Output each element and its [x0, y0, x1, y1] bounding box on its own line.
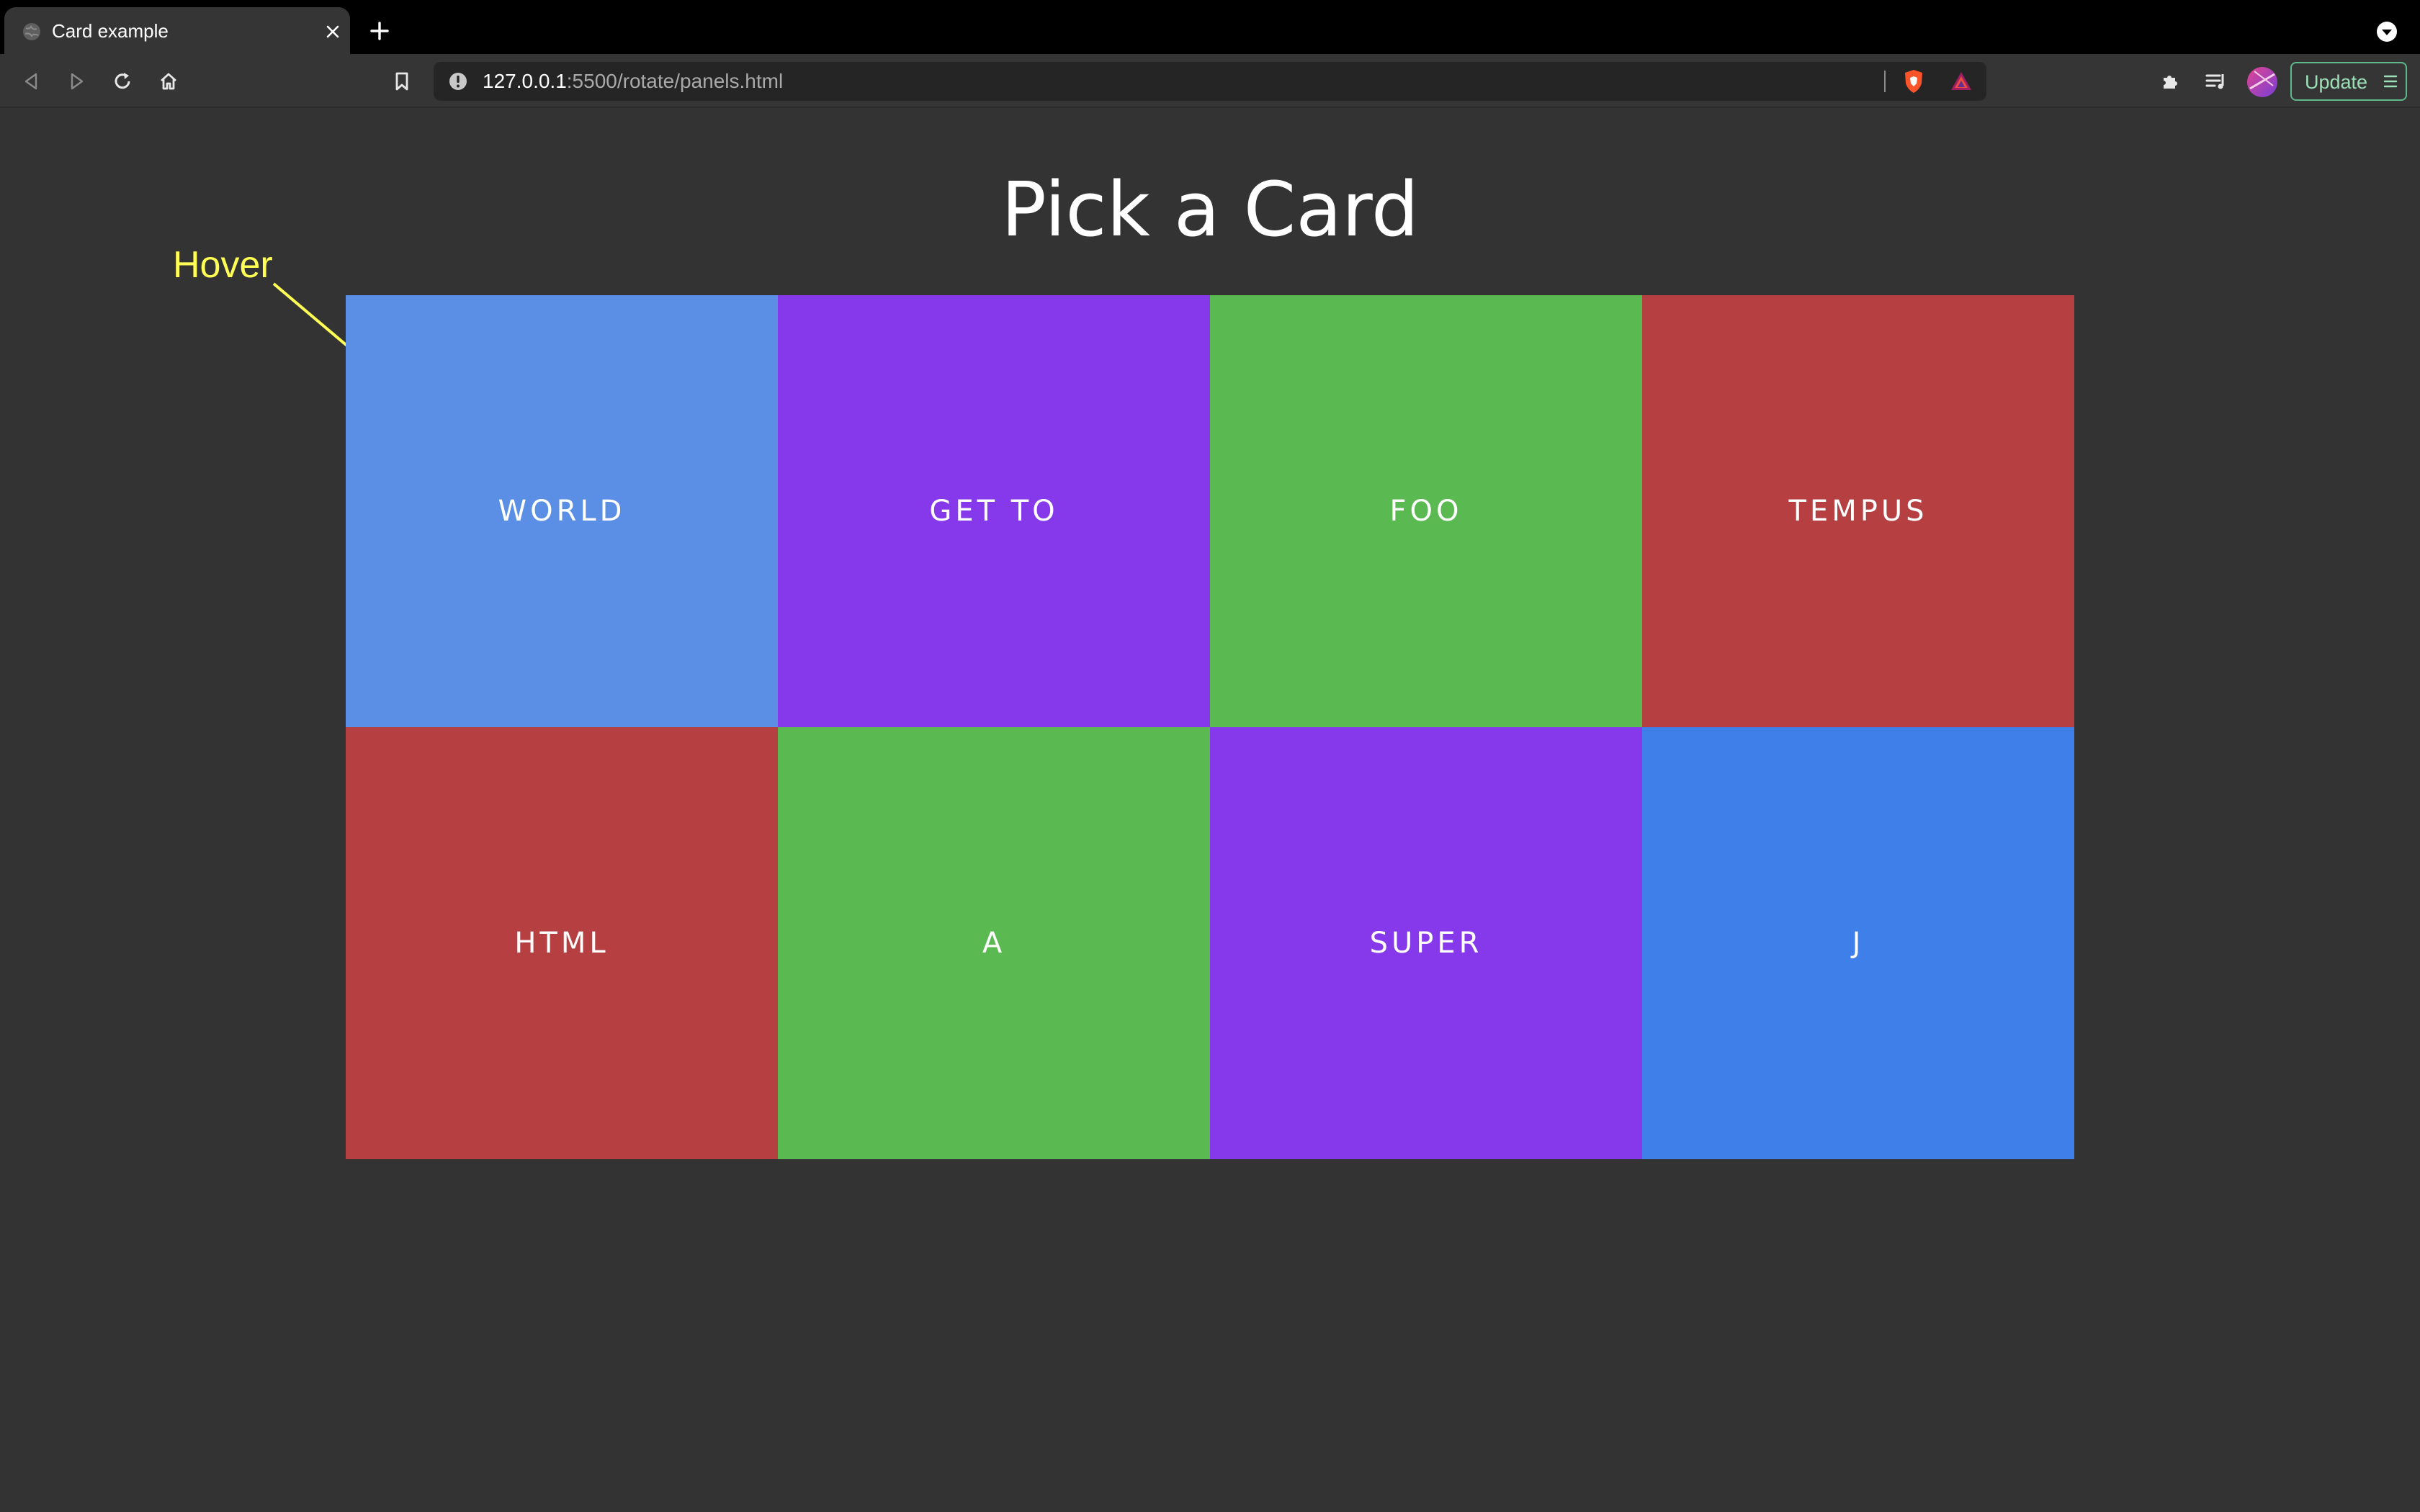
brave-rewards-icon[interactable] [1948, 68, 1975, 95]
card-label: SUPER [1369, 927, 1483, 960]
page-title: Pick a Card [1001, 166, 1419, 253]
info-icon[interactable] [448, 71, 468, 91]
card-label: TEMPUS [1788, 495, 1928, 528]
plus-icon[interactable] [369, 20, 390, 42]
tab-title: Card example [52, 20, 169, 42]
tab-card-example[interactable]: Card example [4, 7, 350, 54]
card-label: J [1852, 927, 1865, 960]
update-label: Update [2305, 71, 2368, 93]
card-html[interactable]: HTML [346, 727, 778, 1159]
tab-strip: Card example [0, 0, 2420, 54]
card-foo[interactable]: FOO [1210, 295, 1642, 727]
menu-icon [2383, 75, 2398, 88]
profile-avatar[interactable] [2247, 67, 2277, 97]
url-host: 127.0.0.1 [483, 70, 567, 92]
card-label: A [982, 927, 1006, 960]
card-a[interactable]: A [778, 727, 1210, 1159]
url-path: :5500/rotate/panels.html [566, 70, 784, 92]
brave-shields-icon[interactable] [1900, 68, 1927, 95]
hover-annotation: Hover [173, 244, 273, 286]
media-playlist-icon[interactable] [2202, 68, 2228, 94]
card-world[interactable]: WORLD [346, 295, 778, 727]
forward-icon[interactable] [63, 68, 89, 94]
address-bar[interactable]: 127.0.0.1:5500/rotate/panels.html [434, 62, 1986, 101]
card-label: GET TO [929, 495, 1059, 528]
card-tempus[interactable]: TEMPUS [1642, 295, 2074, 727]
card-super[interactable]: SUPER [1210, 727, 1642, 1159]
card-label: HTML [514, 927, 609, 960]
url-text: 127.0.0.1:5500/rotate/panels.html [483, 68, 783, 94]
globe-icon [23, 23, 40, 40]
card-label: FOO [1389, 495, 1463, 528]
omnibox-divider [1884, 71, 1886, 92]
back-icon[interactable] [19, 68, 45, 94]
extensions-icon[interactable] [2158, 68, 2184, 94]
bookmark-icon[interactable] [389, 68, 415, 94]
card-get-to[interactable]: GET TO [778, 295, 1210, 727]
card-label: WORLD [498, 495, 626, 528]
card-grid: WORLD GET TO FOO TEMPUS HTML A SUPER J [346, 295, 2074, 1159]
browser-toolbar: 127.0.0.1:5500/rotate/panels.html Update [0, 54, 2420, 108]
home-icon[interactable] [156, 68, 182, 94]
close-icon[interactable] [324, 23, 341, 40]
card-j[interactable]: J [1642, 727, 2074, 1159]
avatar-graphic-icon [2249, 71, 2275, 90]
chevron-down-icon[interactable] [2375, 20, 2398, 43]
update-button[interactable]: Update [2290, 62, 2407, 101]
reload-icon[interactable] [109, 68, 135, 94]
